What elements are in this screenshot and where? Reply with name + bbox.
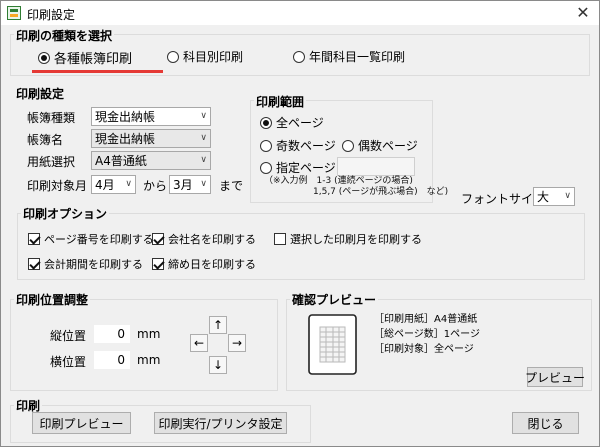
radio-odd-pages[interactable]: 奇数ページ — [260, 137, 336, 154]
radio-ledger-print-label: 各種帳簿印刷 — [54, 52, 133, 67]
preview-target-info: ［印刷対象］全ページ — [374, 344, 474, 355]
chevron-down-icon: ∨ — [200, 111, 207, 121]
arrow-up-button[interactable]: ↑ — [209, 316, 227, 334]
print-preview-button[interactable]: 印刷プレビュー — [32, 412, 131, 434]
radio-dot-selected — [260, 116, 272, 129]
close-window-button[interactable]: ✕ — [569, 2, 597, 24]
selection-underline — [32, 70, 163, 73]
book-name-select[interactable]: 現金出納帳 ∨ — [91, 129, 211, 148]
check-selected-month-label: 選択した印刷月を印刷する — [290, 233, 422, 246]
check-company-name-label: 会社名を印刷する — [168, 233, 256, 246]
month-to-value: 3月 — [173, 178, 193, 192]
vertical-position-input[interactable]: 0 — [94, 325, 130, 343]
preview-group-label: 確認プレビュー — [290, 291, 379, 308]
preview-button[interactable]: プレビュー — [525, 367, 585, 387]
checkbox-checked — [152, 258, 164, 270]
checkbox-checked — [152, 233, 164, 245]
radio-annual-print-label: 年間科目一覧印刷 — [309, 50, 406, 64]
radio-dot — [260, 139, 272, 152]
radio-ledger-print[interactable]: 各種帳簿印刷 — [38, 48, 132, 67]
vertical-position-label: 縦位置 — [50, 329, 87, 343]
check-closing-date-label: 締め日を印刷する — [168, 258, 256, 271]
checkbox-checked — [28, 233, 40, 245]
check-page-number[interactable]: ページ番号を印刷する — [28, 231, 154, 247]
arrow-left-button[interactable]: ← — [190, 334, 208, 352]
chevron-down-icon: ∨ — [200, 155, 207, 165]
radio-dot — [167, 50, 179, 63]
checkbox-checked — [28, 258, 40, 270]
check-fiscal-period[interactable]: 会計期間を印刷する — [28, 256, 143, 272]
book-type-select[interactable]: 現金出納帳 ∨ — [91, 107, 211, 126]
month-from-value: 4月 — [95, 178, 115, 192]
radio-specified-pages-label: 指定ページ — [276, 161, 336, 175]
check-selected-month[interactable]: 選択した印刷月を印刷する — [274, 231, 422, 247]
month-from-suffix: から — [143, 179, 168, 193]
radio-dot — [293, 50, 305, 63]
print-execute-button[interactable]: 印刷実行/プリンタ設定 — [154, 412, 287, 434]
print-type-group-label: 印刷の種類を選択 — [14, 27, 115, 44]
horizontal-position-label: 横位置 — [50, 355, 87, 369]
preview-pages-info: ［総ページ数］1ページ — [374, 329, 480, 340]
radio-all-pages[interactable]: 全ページ — [260, 114, 324, 131]
title-bar: 印刷設定 ✕ — [1, 1, 599, 25]
chevron-down-icon: ∨ — [200, 179, 207, 189]
page-preview-icon — [308, 314, 357, 375]
book-type-value: 現金出納帳 — [95, 110, 156, 124]
range-note-line2: 1,5,7 (ページが飛ぶ場合) など) — [313, 187, 449, 197]
target-month-label: 印刷対象月 — [27, 179, 88, 193]
chevron-down-icon: ∨ — [564, 191, 571, 201]
checkbox-unchecked — [274, 233, 286, 245]
month-to-select[interactable]: 3月 ∨ — [169, 175, 211, 194]
radio-all-pages-label: 全ページ — [276, 116, 324, 130]
radio-dot — [342, 139, 354, 152]
preview-paper-info: ［印刷用紙］A4普通紙 — [374, 314, 478, 325]
paper-select[interactable]: A4普通紙 ∨ — [91, 151, 211, 170]
horizontal-position-unit: mm — [137, 353, 161, 367]
check-closing-date[interactable]: 締め日を印刷する — [152, 256, 256, 272]
arrow-down-button[interactable]: ↓ — [209, 356, 227, 374]
radio-even-pages-label: 偶数ページ — [358, 139, 418, 153]
month-to-suffix: まで — [219, 179, 244, 193]
chevron-down-icon: ∨ — [125, 179, 132, 189]
print-settings-group-label: 印刷設定 — [14, 85, 67, 102]
book-name-label: 帳簿名 — [27, 133, 64, 147]
specified-pages-input[interactable] — [337, 157, 415, 176]
radio-account-print[interactable]: 科目別印刷 — [167, 48, 243, 65]
paper-label: 用紙選択 — [27, 155, 76, 169]
print-settings-dialog: 印刷設定 ✕ 印刷の種類を選択 各種帳簿印刷 科目別印刷 年間科目一覧印刷 印刷… — [0, 0, 600, 447]
paper-value: A4普通紙 — [95, 154, 147, 168]
font-size-value: 大 — [537, 190, 550, 204]
print-range-group-label: 印刷範囲 — [254, 93, 307, 110]
position-group-label: 印刷位置調整 — [14, 291, 91, 308]
radio-dot-selected — [38, 51, 50, 64]
range-note-line1: （※入力例 1-3 (連続ページの場合) — [264, 176, 413, 186]
radio-dot — [260, 161, 272, 174]
month-from-select[interactable]: 4月 ∨ — [91, 175, 136, 194]
radio-account-print-label: 科目別印刷 — [183, 50, 244, 64]
radio-odd-pages-label: 奇数ページ — [276, 139, 336, 153]
print-options-group-label: 印刷オプション — [21, 205, 110, 222]
book-type-label: 帳簿種類 — [27, 111, 76, 125]
radio-even-pages[interactable]: 偶数ページ — [342, 137, 418, 154]
horizontal-position-input[interactable]: 0 — [94, 351, 130, 369]
app-icon — [7, 6, 21, 20]
book-name-value: 現金出納帳 — [95, 132, 156, 146]
radio-annual-print[interactable]: 年間科目一覧印刷 — [293, 48, 405, 65]
close-button[interactable]: 閉じる — [512, 412, 579, 434]
font-size-select[interactable]: 大 ∨ — [533, 187, 575, 206]
check-fiscal-period-label: 会計期間を印刷する — [44, 258, 143, 271]
vertical-position-unit: mm — [137, 327, 161, 341]
chevron-down-icon: ∨ — [200, 133, 207, 143]
check-company-name[interactable]: 会社名を印刷する — [152, 231, 256, 247]
check-page-number-label: ページ番号を印刷する — [44, 233, 154, 246]
arrow-right-button[interactable]: → — [228, 334, 246, 352]
radio-specified-pages[interactable]: 指定ページ — [260, 159, 336, 176]
window-title: 印刷設定 — [27, 8, 76, 22]
